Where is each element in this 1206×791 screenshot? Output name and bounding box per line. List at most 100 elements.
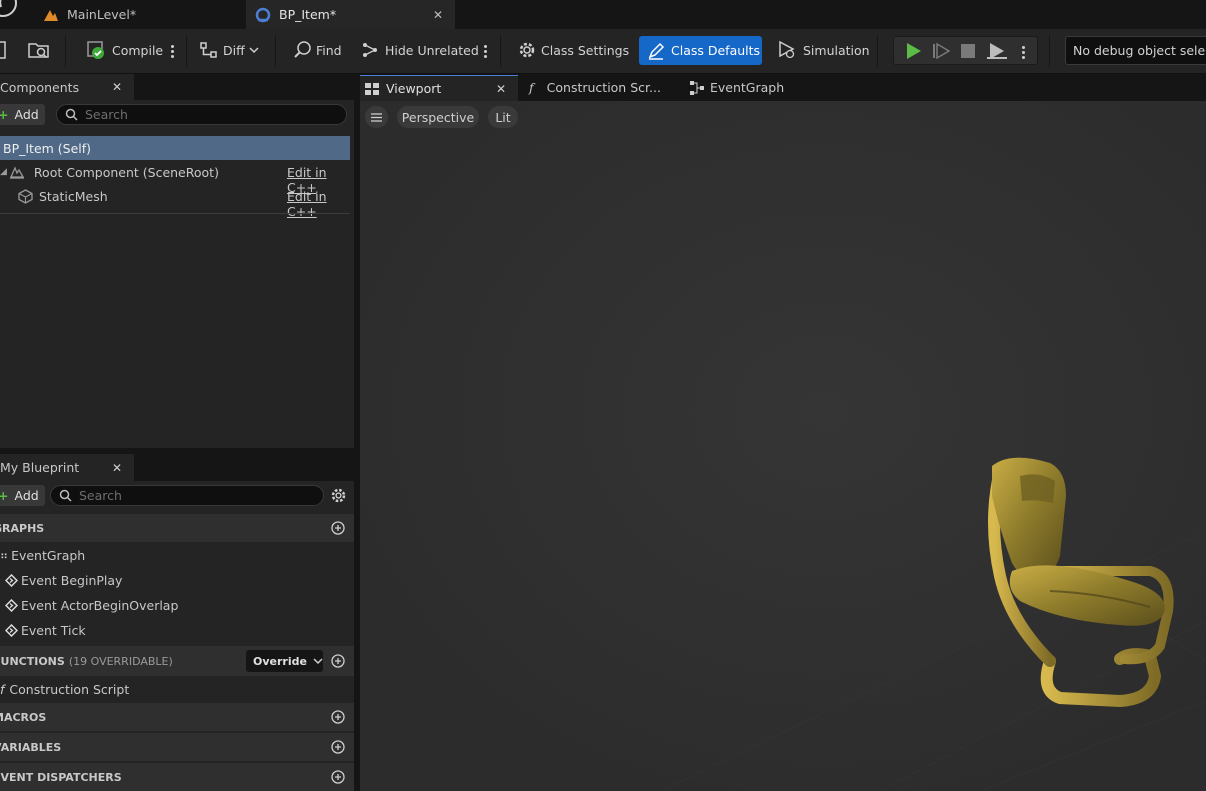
components-search-input[interactable]: Search — [56, 104, 347, 125]
find-label: Find — [316, 42, 342, 58]
unreal-logo-icon[interactable] — [0, 0, 18, 18]
scene-root-icon — [9, 165, 25, 179]
close-icon[interactable]: ✕ — [496, 82, 506, 96]
function-label: Construction Script — [9, 682, 130, 697]
graph-item-event[interactable]: Event Tick — [0, 618, 354, 643]
tabbar-fill — [134, 454, 354, 481]
tab-construction-script[interactable]: f Construction Scr... — [520, 74, 680, 101]
tab-eventgraph[interactable]: EventGraph — [680, 74, 830, 101]
divider — [0, 213, 350, 214]
graph-label: Event ActorBeginOverlap — [21, 598, 179, 613]
compile-label: Compile — [112, 42, 164, 58]
hide-unrelated-label: Hide Unrelated — [385, 42, 479, 58]
component-label: Root Component (SceneRoot) — [33, 164, 219, 180]
close-icon[interactable]: ✕ — [433, 8, 443, 22]
save-icon[interactable] — [0, 41, 6, 59]
hide-unrelated-button[interactable]: Hide Unrelated — [361, 37, 479, 63]
stop-icon[interactable] — [961, 44, 975, 58]
add-label: Add — [14, 107, 39, 122]
tab-label: Construction Scr... — [546, 80, 661, 95]
add-graph-icon[interactable] — [331, 521, 345, 535]
component-row[interactable]: ◢ Root Component (SceneRoot) Edit in C++ — [0, 160, 350, 196]
tab-main-level[interactable]: MainLevel* — [30, 0, 245, 29]
find-button[interactable]: Find — [293, 37, 342, 63]
chevron-down-icon — [313, 657, 323, 665]
more-options-icon[interactable] — [484, 43, 488, 60]
event-dispatchers-section-header[interactable]: EVENT DISPATCHERS — [0, 763, 354, 791]
viewport-icon — [365, 82, 379, 95]
class-settings-label: Class Settings — [541, 42, 630, 58]
close-icon[interactable]: ✕ — [112, 80, 122, 94]
simulation-icon — [777, 40, 797, 60]
macros-section-header[interactable]: MACROS — [0, 703, 354, 731]
functions-section-header[interactable]: FUNCTIONS (19 OVERRIDABLE) Override — [0, 646, 354, 676]
my-blueprint-search-input[interactable]: Search — [50, 485, 324, 506]
play-options-icon[interactable] — [1022, 44, 1026, 61]
add-dispatcher-icon[interactable] — [331, 770, 345, 784]
viewport-options-button[interactable] — [365, 106, 388, 128]
compile-button[interactable]: Compile — [86, 37, 163, 63]
event-icon — [5, 624, 18, 637]
toolbar: Compile Diff Find Hide Unrelated Class S… — [0, 29, 1206, 74]
gear-icon — [517, 40, 537, 60]
event-icon — [5, 574, 18, 587]
components-panel: + Add Search BP_Item (Self) ◢ Root Compo… — [0, 100, 354, 448]
add-function-icon[interactable] — [331, 654, 345, 668]
expand-arrow-icon[interactable]: ◢ — [0, 167, 7, 177]
lit-button[interactable]: Lit — [488, 106, 518, 128]
graph-item-event[interactable]: Event ActorBeginOverlap — [0, 593, 354, 618]
plus-icon: + — [0, 488, 9, 503]
browse-icon[interactable] — [27, 40, 51, 60]
play-icon[interactable] — [904, 42, 922, 60]
play-controls — [893, 36, 1038, 65]
graph-label: EventGraph — [11, 548, 86, 563]
graph-label: Event Tick — [21, 623, 86, 638]
edit-in-cpp-link[interactable]: Edit in C++ — [287, 189, 350, 219]
override-dropdown[interactable]: Override — [246, 650, 323, 672]
class-settings-button[interactable]: Class Settings — [517, 37, 629, 63]
blueprint-icon — [255, 7, 271, 23]
diff-button[interactable]: Diff — [199, 37, 259, 63]
viewport-canvas[interactable] — [360, 101, 1206, 791]
class-defaults-label: Class Defaults — [671, 43, 761, 58]
perspective-button[interactable]: Perspective — [397, 106, 479, 128]
graph-icon: ⠶ — [0, 549, 9, 562]
function-icon: f — [0, 682, 5, 697]
plus-icon: + — [0, 107, 9, 122]
functions-section-label: FUNCTIONS — [0, 654, 65, 668]
simulation-button[interactable]: Simulation — [777, 37, 870, 63]
component-self-label: BP_Item (Self) — [3, 140, 92, 156]
debug-object-select[interactable]: No debug object selected — [1065, 36, 1206, 65]
eject-icon[interactable] — [987, 42, 1007, 60]
function-icon: f — [529, 80, 534, 95]
variables-section-label: VARIABLES — [0, 740, 62, 754]
tab-viewport[interactable]: Viewport ✕ — [360, 75, 518, 101]
compile-options-icon[interactable] — [171, 43, 175, 60]
simulation-label: Simulation — [803, 42, 870, 58]
search-icon — [65, 108, 78, 121]
add-macro-icon[interactable] — [331, 710, 345, 724]
add-component-button[interactable]: + Add — [0, 104, 45, 125]
add-label: Add — [14, 488, 39, 503]
tab-my-blueprint[interactable]: My Blueprint ✕ — [0, 454, 134, 481]
add-variable-icon[interactable] — [331, 740, 345, 754]
graph-item-event[interactable]: Event BeginPlay — [0, 568, 354, 593]
component-row[interactable]: StaticMesh Edit in C++ — [0, 184, 350, 219]
diff-label: Diff — [223, 42, 245, 58]
tab-components[interactable]: Components ✕ — [0, 74, 134, 100]
macros-section-label: MACROS — [0, 710, 47, 724]
settings-gear-icon[interactable] — [330, 487, 347, 504]
graph-item-eventgraph[interactable]: ⠶ EventGraph — [0, 543, 354, 568]
diff-icon — [199, 41, 219, 59]
variables-section-header[interactable]: VARIABLES — [0, 733, 354, 761]
search-placeholder: Search — [79, 488, 122, 503]
function-item-construction-script[interactable]: f Construction Script — [0, 677, 354, 702]
class-defaults-button[interactable]: Class Defaults — [639, 36, 762, 65]
tab-label: BP_Item* — [279, 7, 337, 22]
graphs-section-header[interactable]: GRAPHS — [0, 514, 354, 542]
add-member-button[interactable]: + Add — [0, 485, 45, 506]
close-icon[interactable]: ✕ — [112, 461, 122, 475]
step-icon[interactable] — [932, 42, 950, 60]
component-self-row[interactable]: BP_Item (Self) — [0, 136, 350, 160]
tab-bp-item[interactable]: BP_Item* ✕ — [246, 0, 455, 29]
